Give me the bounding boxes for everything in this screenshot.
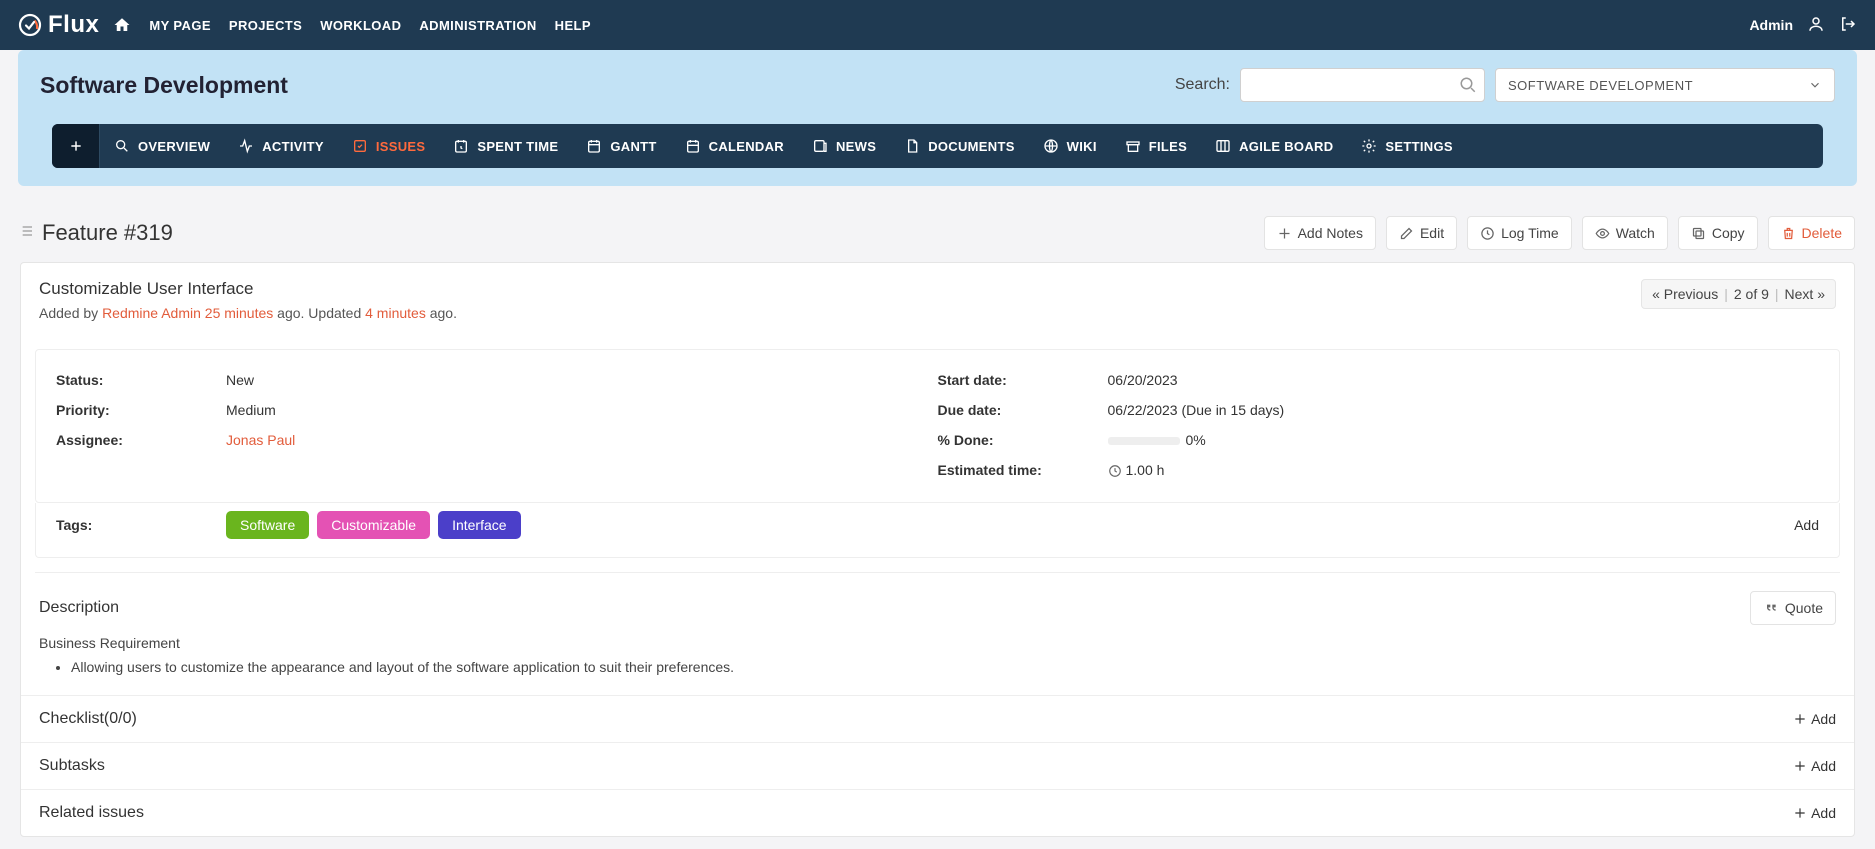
tab-spent-time[interactable]: SPENT TIME: [439, 124, 572, 168]
add-notes-button[interactable]: Add Notes: [1264, 216, 1376, 250]
issue-heading: Feature #319: [42, 220, 1264, 246]
current-user[interactable]: Admin: [1749, 17, 1793, 33]
subtasks-section: Subtasks Add: [21, 742, 1854, 789]
tab-gantt[interactable]: GANTT: [572, 124, 670, 168]
tab-settings[interactable]: SETTINGS: [1347, 124, 1466, 168]
search-label: Search:: [1175, 76, 1230, 94]
log-time-button[interactable]: Log Time: [1467, 216, 1572, 250]
edit-button[interactable]: Edit: [1386, 216, 1457, 250]
tab-activity[interactable]: ACTIVITY: [224, 124, 338, 168]
checklist-section: Checklist(0/0) Add: [21, 695, 1854, 742]
tag-interface[interactable]: Interface: [438, 511, 520, 539]
clock-icon: [1108, 464, 1122, 478]
description-subhead: Business Requirement: [39, 635, 1836, 651]
description-block: Description Quote Business Requirement A…: [21, 587, 1854, 695]
tag-customizable[interactable]: Customizable: [317, 511, 430, 539]
nav-administration[interactable]: ADMINISTRATION: [419, 18, 536, 33]
subtasks-heading: Subtasks: [39, 757, 1793, 775]
description-bullet: Allowing users to customize the appearan…: [71, 659, 1836, 675]
author-link[interactable]: Redmine Admin 25 minutes: [102, 305, 273, 321]
status-label: Status:: [56, 372, 226, 388]
est-time-value: 1.00 h: [1108, 462, 1165, 478]
brand-name: Flux: [48, 11, 99, 39]
chevron-down-icon: [1808, 78, 1822, 92]
search-icon[interactable]: [1459, 76, 1477, 94]
project-select[interactable]: SOFTWARE DEVELOPMENT: [1495, 68, 1835, 102]
assignee-label: Assignee:: [56, 432, 226, 448]
due-date-value: 06/22/2023 (Due in 15 days): [1108, 402, 1285, 418]
tags-add-button[interactable]: Add: [1794, 517, 1819, 533]
related-add-button[interactable]: Add: [1793, 805, 1836, 821]
description-heading: Description: [39, 599, 1750, 617]
brand-logo[interactable]: Flux: [18, 11, 99, 39]
project-tabs: OVERVIEW ACTIVITY ISSUES SPENT TIME GANT…: [52, 124, 1823, 168]
est-time-label: Estimated time:: [938, 462, 1108, 478]
issue-title: Customizable User Interface: [39, 279, 1641, 299]
pager-next[interactable]: Next »: [1785, 286, 1825, 302]
related-section: Related issues Add: [21, 789, 1854, 836]
home-icon[interactable]: [113, 16, 131, 34]
user-icon[interactable]: [1807, 15, 1825, 36]
nav-workload[interactable]: WORKLOAD: [320, 18, 401, 33]
delete-button[interactable]: Delete: [1768, 216, 1855, 250]
progress-bar: [1108, 437, 1180, 445]
check-circle-icon: [18, 13, 42, 37]
done-label: % Done:: [938, 432, 1108, 448]
tags-list: Software Customizable Interface: [226, 511, 1794, 539]
priority-value: Medium: [226, 402, 276, 418]
start-date-value: 06/20/2023: [1108, 372, 1178, 388]
copy-button[interactable]: Copy: [1678, 216, 1758, 250]
issue-pager: « Previous | 2 of 9 | Next »: [1641, 279, 1836, 309]
tab-agile-board[interactable]: AGILE BOARD: [1201, 124, 1347, 168]
quote-button[interactable]: Quote: [1750, 591, 1836, 625]
tab-overview[interactable]: OVERVIEW: [100, 124, 224, 168]
issue-subtitle: Added by Redmine Admin 25 minutes ago. U…: [39, 305, 1641, 321]
search-input[interactable]: [1240, 68, 1485, 102]
tab-news[interactable]: NEWS: [798, 124, 890, 168]
tag-software[interactable]: Software: [226, 511, 309, 539]
subtasks-add-button[interactable]: Add: [1793, 758, 1836, 774]
project-header: Software Development Search: SOFTWARE DE…: [18, 50, 1857, 186]
tab-calendar[interactable]: CALENDAR: [671, 124, 798, 168]
list-icon: [20, 223, 36, 244]
nav-projects[interactable]: PROJECTS: [229, 18, 302, 33]
tab-files[interactable]: FILES: [1111, 124, 1201, 168]
issue-card: Customizable User Interface Added by Red…: [20, 262, 1855, 837]
pager-prev[interactable]: « Previous: [1652, 286, 1718, 302]
status-value: New: [226, 372, 254, 388]
project-title: Software Development: [40, 72, 1175, 99]
updated-link[interactable]: 4 minutes: [365, 305, 426, 321]
checklist-heading: Checklist(0/0): [39, 710, 1793, 728]
top-nav: Flux MY PAGE PROJECTS WORKLOAD ADMINISTR…: [0, 0, 1875, 50]
project-select-value: SOFTWARE DEVELOPMENT: [1508, 78, 1693, 93]
assignee-value[interactable]: Jonas Paul: [226, 432, 295, 448]
pager-position: 2 of 9: [1734, 286, 1769, 302]
checklist-add-button[interactable]: Add: [1793, 711, 1836, 727]
tab-issues[interactable]: ISSUES: [338, 124, 439, 168]
tab-documents[interactable]: DOCUMENTS: [890, 124, 1028, 168]
related-heading: Related issues: [39, 804, 1793, 822]
tab-wiki[interactable]: WIKI: [1029, 124, 1111, 168]
issue-attributes: Status:New Priority:Medium Assignee:Jona…: [35, 349, 1840, 503]
nav-help[interactable]: HELP: [555, 18, 591, 33]
priority-label: Priority:: [56, 402, 226, 418]
watch-button[interactable]: Watch: [1582, 216, 1668, 250]
due-date-label: Due date:: [938, 402, 1108, 418]
tags-label: Tags:: [56, 517, 226, 533]
done-value: 0%: [1108, 432, 1206, 448]
logout-icon[interactable]: [1839, 15, 1857, 36]
tab-new[interactable]: [52, 124, 100, 168]
start-date-label: Start date:: [938, 372, 1108, 388]
nav-my-page[interactable]: MY PAGE: [149, 18, 211, 33]
